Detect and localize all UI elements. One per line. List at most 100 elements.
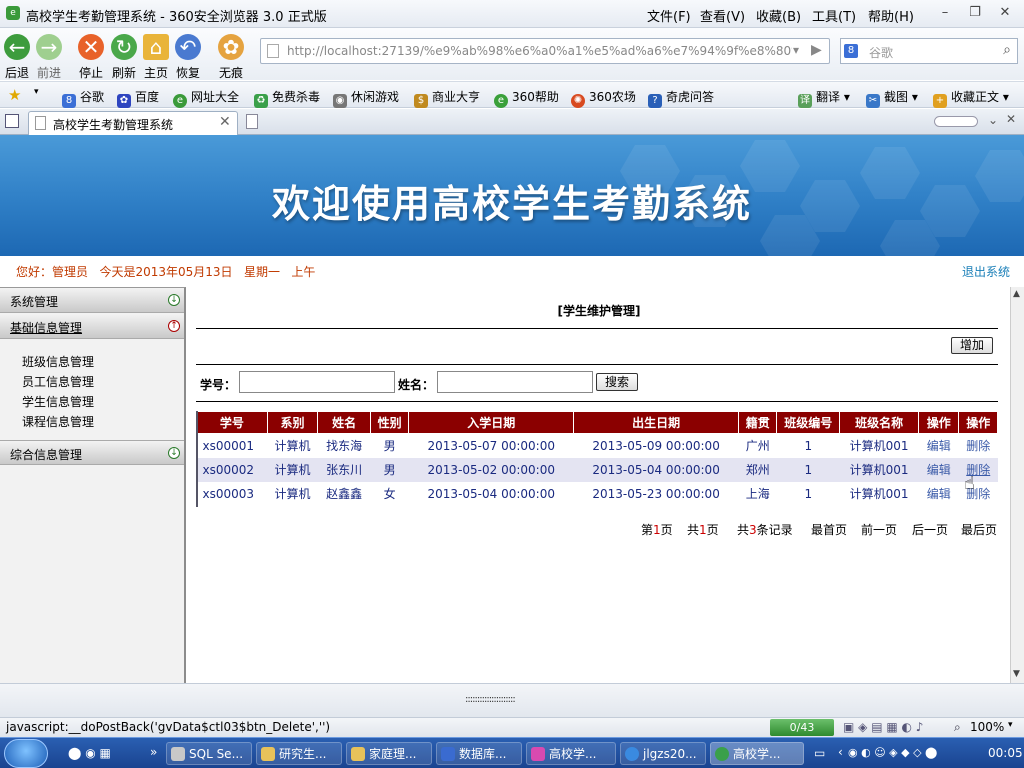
zoom-level[interactable]: 100% bbox=[970, 720, 1004, 734]
tab-close-icon[interactable]: ✕ bbox=[219, 114, 231, 130]
tab-active[interactable]: 高校学生考勤管理系统 ✕ bbox=[28, 111, 238, 135]
home-button[interactable]: ⌂ 主页 bbox=[141, 30, 171, 81]
search-button[interactable]: 搜索 bbox=[596, 373, 638, 391]
search-placeholder[interactable]: 谷歌 bbox=[869, 44, 893, 61]
close-tab-bar-icon[interactable]: ✕ bbox=[1006, 112, 1016, 126]
task-folder[interactable]: 研究生... bbox=[256, 742, 342, 765]
forward-label: 前进 bbox=[36, 66, 61, 80]
task-sql[interactable]: SQL Se... bbox=[166, 742, 252, 765]
vertical-scrollbar[interactable]: ▲ ▼ bbox=[1010, 287, 1024, 683]
task-ie[interactable]: jlgzs20... bbox=[620, 742, 706, 765]
table-row: xs00003 计算机 赵鑫鑫 女 2013-05-04 00:00:00 20… bbox=[196, 481, 998, 506]
translate-button[interactable]: 译翻译 ▾ bbox=[798, 88, 850, 108]
divider bbox=[196, 328, 998, 329]
fav-qa[interactable]: ? 奇虎问答 bbox=[648, 88, 714, 108]
sidebar-item-staff[interactable]: 员工信息管理 bbox=[22, 373, 94, 390]
tray-icons[interactable]: ◉ ◐ ☺ ◈ ◆ ◇ ⬤ bbox=[848, 746, 937, 759]
menu-favorites[interactable]: 收藏(B) bbox=[756, 6, 801, 25]
col-header: 系别 bbox=[266, 411, 319, 434]
cell-class-name: 计算机001 bbox=[839, 481, 919, 506]
menu-view[interactable]: 查看(V) bbox=[700, 6, 745, 25]
fav-hao123[interactable]: e 网址大全 bbox=[173, 88, 239, 108]
new-tab-icon[interactable] bbox=[246, 114, 258, 129]
task-word[interactable]: 数据库... bbox=[436, 742, 522, 765]
go-icon[interactable]: ▶ bbox=[811, 42, 822, 58]
keyboard-icon[interactable]: ▭ bbox=[814, 746, 825, 760]
favorites-bar: ★ ▾ 8 谷歌 ✿ 百度 e 网址大全 ♻ 免费杀毒 ◉ 休闲游戏 $ 商业大亨 e 360… bbox=[0, 81, 1024, 108]
task-folder2[interactable]: 家庭理... bbox=[346, 742, 432, 765]
sidebar-item-class[interactable]: 班级信息管理 bbox=[22, 353, 94, 370]
fav-google[interactable]: 8 谷歌 bbox=[62, 88, 104, 108]
add-button[interactable]: 增加 bbox=[951, 337, 993, 354]
sidebar-group-summary[interactable]: 综合信息管理 ↓ bbox=[0, 440, 184, 465]
cell-dept: 计算机 bbox=[267, 481, 318, 506]
scissors-icon: ✂ bbox=[866, 94, 880, 108]
stop-button[interactable]: ✕ 停止 bbox=[76, 30, 106, 81]
task-browser[interactable]: 高校学... bbox=[710, 742, 804, 765]
google-icon[interactable]: 8 bbox=[844, 44, 858, 58]
menu-tools[interactable]: 工具(T) bbox=[812, 6, 856, 25]
pager-last-link[interactable]: 最后页 bbox=[961, 521, 997, 538]
edit-link[interactable]: 编辑 bbox=[927, 439, 951, 453]
scroll-down-icon[interactable]: ▼ bbox=[1013, 669, 1020, 679]
address-bar[interactable]: http://localhost:27139/%e9%ab%98%e6%a0%a… bbox=[260, 38, 830, 64]
address-text[interactable]: http://localhost:27139/%e9%ab%98%e6%a0%a… bbox=[287, 44, 792, 58]
task-vs[interactable]: 高校学... bbox=[526, 742, 616, 765]
pager-total-pages: 共1页 bbox=[687, 523, 719, 537]
fav-dropdown-icon[interactable]: ▾ bbox=[34, 87, 39, 97]
scroll-up-icon[interactable]: ▲ bbox=[1013, 289, 1020, 299]
logout-link[interactable]: 退出系统 bbox=[962, 263, 1010, 280]
back-button[interactable]: ← 后退 bbox=[2, 30, 32, 81]
panel-splitter[interactable]: ::::::::::::::::::::: bbox=[0, 683, 1024, 717]
quicklaunch-icons[interactable]: ⬤ ◉ ▦ bbox=[68, 746, 111, 760]
edit-link[interactable]: 编辑 bbox=[927, 487, 951, 501]
tray-chevron-icon[interactable]: ‹ bbox=[838, 745, 843, 759]
tab-slider[interactable] bbox=[934, 116, 978, 127]
name-input[interactable] bbox=[437, 371, 593, 393]
chevron-down-icon[interactable]: ⌄ bbox=[988, 113, 998, 127]
menu-help[interactable]: 帮助(H) bbox=[868, 6, 914, 25]
start-button[interactable] bbox=[4, 739, 48, 768]
fav-360help[interactable]: e 360帮助 bbox=[494, 88, 559, 108]
col-header: 入学日期 bbox=[408, 411, 575, 434]
sidebar-group-basic[interactable]: 基础信息管理 ↑ bbox=[0, 314, 184, 339]
name-label: 姓名： bbox=[398, 378, 435, 392]
cell-class-name: 计算机001 bbox=[839, 433, 919, 458]
splitter-grip[interactable]: ::::::::::::::::::::: bbox=[465, 694, 516, 705]
refresh-button[interactable]: ↻ 刷新 bbox=[109, 30, 139, 81]
save-text-button[interactable]: + 收藏正文 ▾ bbox=[933, 88, 1009, 108]
forward-button[interactable]: → 前进 bbox=[34, 30, 64, 81]
restore-page-button[interactable]: ↶ 恢复 bbox=[173, 30, 203, 81]
pager-first-link[interactable]: 最首页 bbox=[811, 521, 847, 538]
fav-antivirus[interactable]: ♻ 免费杀毒 bbox=[254, 88, 320, 108]
sidebar-group-system[interactable]: 系统管理 ↓ bbox=[0, 288, 184, 313]
clock[interactable]: 00:05 bbox=[988, 746, 1023, 760]
close-button[interactable]: ✕ bbox=[996, 5, 1014, 21]
search-box[interactable]: 8 谷歌 ⌕ bbox=[840, 38, 1018, 64]
fav-baidu[interactable]: ✿ 百度 bbox=[117, 88, 159, 108]
address-dropdown-icon[interactable]: ▾ bbox=[793, 43, 799, 57]
pager-next-link[interactable]: 后一页 bbox=[912, 521, 948, 538]
status-icons[interactable]: ▣ ◈ ▤ ▦ ◐ ♪ bbox=[843, 720, 923, 734]
zoom-icon[interactable]: ⌕ bbox=[954, 720, 961, 735]
minimize-button[interactable]: – bbox=[936, 5, 954, 21]
pager-prev-link[interactable]: 前一页 bbox=[861, 521, 897, 538]
download-counter[interactable]: 0/43 bbox=[770, 719, 834, 736]
student-id-input[interactable] bbox=[239, 371, 395, 393]
sidebar-item-course[interactable]: 课程信息管理 bbox=[22, 413, 94, 430]
delete-link[interactable]: 删除 bbox=[966, 439, 990, 453]
quicklaunch-chevron-icon[interactable]: » bbox=[150, 745, 157, 759]
search-icon[interactable]: ⌕ bbox=[1003, 42, 1011, 58]
tab-list-icon[interactable] bbox=[5, 114, 19, 128]
zoom-dropdown-icon[interactable]: ▾ bbox=[1008, 720, 1013, 730]
restore-button[interactable]: ❐ bbox=[966, 5, 984, 21]
edit-link[interactable]: 编辑 bbox=[927, 463, 951, 477]
fav-games[interactable]: ◉ 休闲游戏 bbox=[333, 88, 399, 108]
star-icon[interactable]: ★ bbox=[8, 86, 21, 104]
screenshot-button[interactable]: ✂ 截图 ▾ bbox=[866, 88, 918, 108]
sidebar-item-student[interactable]: 学生信息管理 bbox=[22, 393, 94, 410]
fav-business[interactable]: $ 商业大亨 bbox=[414, 88, 480, 108]
fav-360farm[interactable]: ✺ 360农场 bbox=[571, 88, 636, 108]
menu-file[interactable]: 文件(F) bbox=[647, 6, 691, 25]
notrace-button[interactable]: ✿ 无痕 bbox=[216, 30, 246, 81]
